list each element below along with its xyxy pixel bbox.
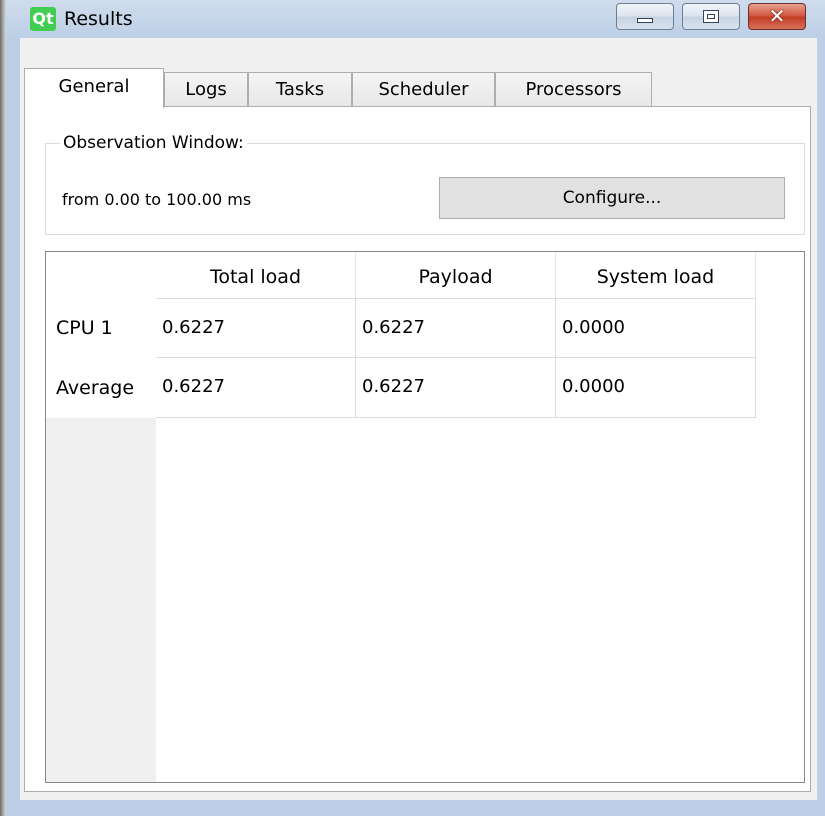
window-title: Results [64, 8, 133, 30]
results-table[interactable]: Total load Payload System load CPU 1 Ave… [45, 251, 805, 783]
tab-processors[interactable]: Processors [495, 72, 652, 106]
cell-cpu1-total-load[interactable]: 0.6227 [156, 298, 356, 358]
cell-cpu1-payload[interactable]: 0.6227 [356, 298, 556, 358]
client-area: General Logs Tasks Scheduler Processors … [20, 38, 817, 800]
cell-average-total-load[interactable]: 0.6227 [156, 358, 356, 418]
column-header-total-load[interactable]: Total load [156, 252, 356, 303]
cell-cpu1-system-load[interactable]: 0.0000 [556, 298, 756, 358]
minimize-icon [637, 18, 653, 23]
title-bar[interactable]: Qt Results ✕ [6, 0, 825, 38]
cell-average-system-load[interactable]: 0.0000 [556, 358, 756, 418]
column-header-payload[interactable]: Payload [356, 252, 556, 303]
row-header-average[interactable]: Average [46, 358, 156, 418]
row-header-cpu1[interactable]: CPU 1 [46, 298, 156, 358]
column-header-system-load[interactable]: System load [556, 252, 756, 303]
window-bottom-border [20, 800, 817, 816]
configure-button[interactable]: Configure... [439, 177, 785, 219]
general-tab-pane: Observation Window: from 0.00 to 100.00 … [24, 106, 811, 792]
tab-general[interactable]: General [24, 68, 164, 108]
maximize-button[interactable] [682, 3, 740, 30]
tab-scheduler[interactable]: Scheduler [352, 72, 495, 106]
close-button[interactable]: ✕ [748, 3, 806, 30]
maximize-icon [703, 10, 719, 23]
observation-window-label: Observation Window: [60, 131, 247, 155]
qt-logo-icon: Qt [30, 7, 56, 31]
tab-logs[interactable]: Logs [164, 72, 248, 106]
results-window: Qt Results ✕ General Logs Tasks Schedule… [6, 0, 825, 816]
observation-range-text: from 0.00 to 100.00 ms [62, 190, 252, 209]
observation-window-group: Observation Window: from 0.00 to 100.00 … [45, 131, 805, 235]
cell-average-payload[interactable]: 0.6227 [356, 358, 556, 418]
tab-tasks[interactable]: Tasks [248, 72, 352, 106]
close-icon: ✕ [768, 4, 786, 28]
minimize-button[interactable] [616, 3, 674, 30]
table-corner [46, 252, 156, 303]
